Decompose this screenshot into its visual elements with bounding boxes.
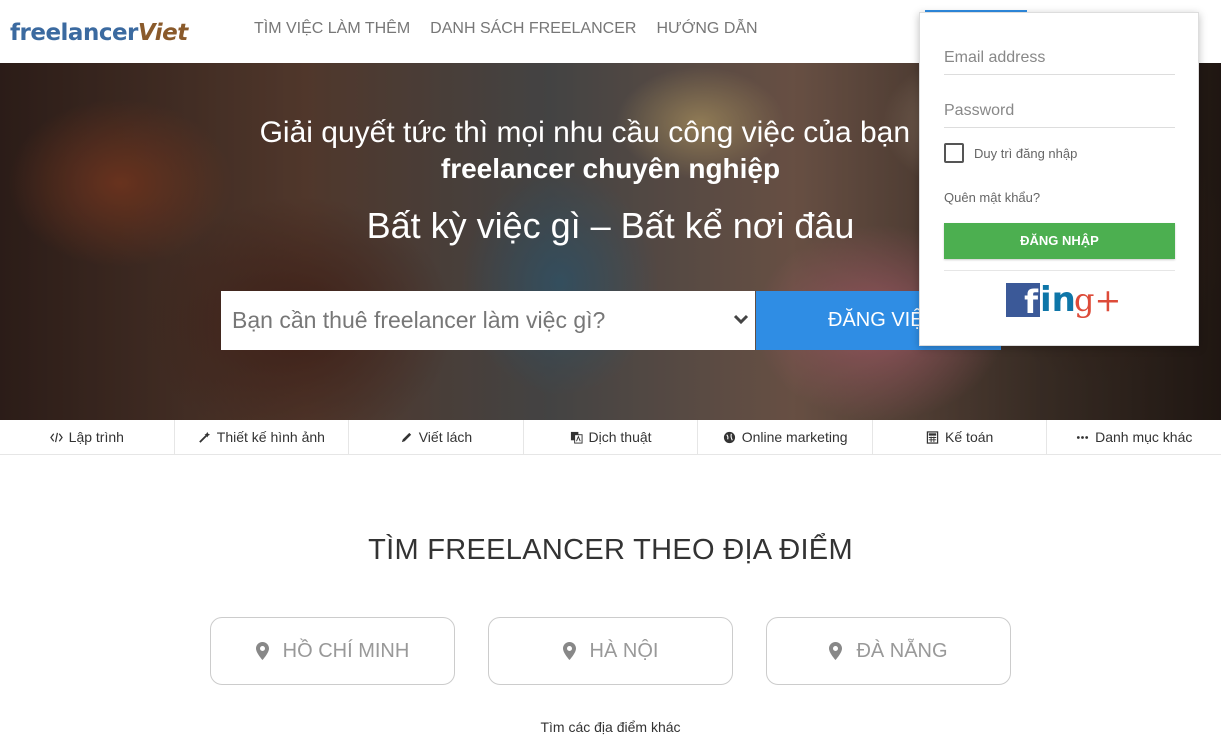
category-other[interactable]: Danh mục khác xyxy=(1047,420,1221,454)
category-graphic-design[interactable]: Thiết kế hình ảnh xyxy=(175,420,350,454)
location-da-nang[interactable]: ĐÀ NẴNG xyxy=(766,617,1011,685)
divider xyxy=(944,270,1175,271)
linkedin-icon[interactable]: in xyxy=(1040,283,1076,317)
remember-me-label: Duy trì đăng nhập xyxy=(974,145,1078,161)
more-locations-link[interactable]: Tìm các địa điểm khác xyxy=(0,719,1221,735)
map-marker-icon xyxy=(829,642,843,660)
location-label: ĐÀ NẴNG xyxy=(856,639,948,662)
logo-part-freelancer: freelancer xyxy=(10,20,138,46)
job-search-input[interactable] xyxy=(221,291,755,350)
location-ha-noi[interactable]: HÀ NỘI xyxy=(488,617,733,685)
facebook-icon[interactable]: f xyxy=(1006,283,1040,317)
category-label: Dịch thuật xyxy=(588,429,652,445)
category-label: Kế toán xyxy=(945,429,994,445)
category-translation[interactable]: Dịch thuật xyxy=(524,420,699,454)
map-marker-icon xyxy=(562,642,576,660)
code-icon xyxy=(49,432,63,442)
category-label: Lập trình xyxy=(68,429,124,445)
category-label: Online marketing xyxy=(741,429,848,445)
category-online-marketing[interactable]: Online marketing xyxy=(698,420,873,454)
locations-title: TÌM FREELANCER THEO ĐỊA ĐIỂM xyxy=(368,534,853,566)
translate-icon xyxy=(570,431,583,444)
globe-icon xyxy=(723,431,735,443)
category-writing[interactable]: Viết lách xyxy=(349,420,524,454)
google-plus-icon[interactable]: g+ xyxy=(1074,283,1121,317)
location-ho-chi-minh[interactable]: HỒ CHÍ MINH xyxy=(210,617,455,685)
login-button[interactable]: ĐĂNG NHẬP xyxy=(944,223,1175,259)
category-bar: Lập trình Thiết kế hình ảnh Viết lách Dị… xyxy=(0,420,1221,455)
login-dropdown: Duy trì đăng nhập Quên mật khẩu? ĐĂNG NH… xyxy=(919,12,1199,346)
forgot-password-link[interactable]: Quên mật khẩu? xyxy=(944,190,1040,205)
nav-freelancer-list[interactable]: DANH SÁCH FREELANCER xyxy=(430,20,636,38)
pencil-icon xyxy=(401,432,411,442)
remember-me[interactable]: Duy trì đăng nhập xyxy=(944,143,1077,163)
remember-me-checkbox[interactable] xyxy=(944,143,964,163)
category-accounting[interactable]: Kế toán xyxy=(873,420,1048,454)
logo-part-viet: Viet xyxy=(137,20,188,46)
location-label: HỒ CHÍ MINH xyxy=(282,639,410,662)
category-label: Thiết kế hình ảnh xyxy=(216,429,325,445)
social-login: f in g+ xyxy=(1006,283,1121,317)
email-field[interactable] xyxy=(944,41,1175,75)
category-label: Viết lách xyxy=(418,429,473,445)
category-label: Danh mục khác xyxy=(1095,429,1193,445)
job-search-box[interactable] xyxy=(221,291,755,350)
chevron-down-icon[interactable] xyxy=(733,311,749,327)
logo-text[interactable]: freelancerViet xyxy=(10,20,188,46)
nav-guide[interactable]: HƯỚNG DẪN xyxy=(656,20,757,38)
category-programming[interactable]: Lập trình xyxy=(0,420,175,454)
nav-find-jobs[interactable]: TÌM VIỆC LÀM THÊM xyxy=(254,20,410,38)
map-marker-icon xyxy=(255,642,269,660)
magic-wand-icon xyxy=(198,431,210,443)
location-label: HÀ NỘI xyxy=(589,639,659,662)
password-field[interactable] xyxy=(944,94,1175,128)
more-icon xyxy=(1077,435,1089,439)
calculator-icon xyxy=(926,430,939,444)
main-nav: TÌM VIỆC LÀM THÊM DANH SÁCH FREELANCER H… xyxy=(254,20,758,38)
